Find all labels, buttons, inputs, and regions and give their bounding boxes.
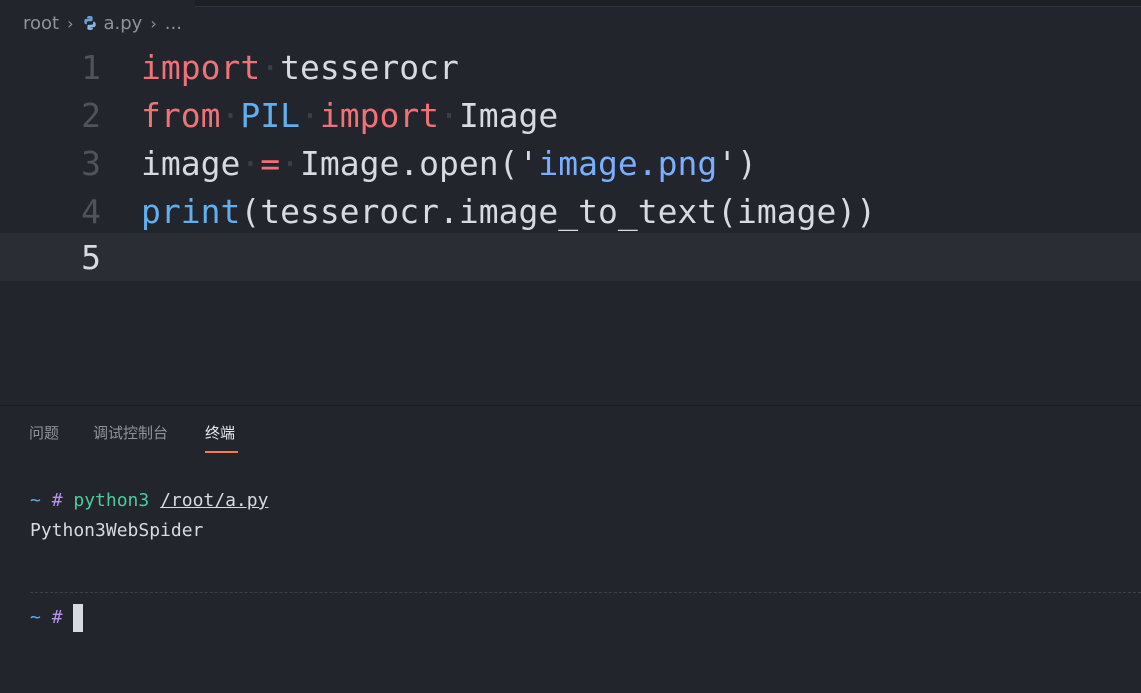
code-text: import·tesserocr [141,48,459,87]
terminal-output: Python3WebSpider [30,520,204,541]
terminal-prompt-line: ~ # [30,604,83,632]
whitespace-marker: · [220,95,241,135]
prompt-hash: # [51,607,63,628]
tab-terminal[interactable]: 终端 [205,422,235,443]
whitespace-marker: · [240,143,261,183]
breadcrumb-file[interactable]: a.py [82,12,143,34]
code-line[interactable]: 1 import·tesserocr [0,43,1141,91]
chevron-right-icon: › [150,13,157,33]
code-token: print [141,191,241,231]
terminal[interactable]: ~ # python3 /root/a.py Python3WebSpider … [0,480,1141,693]
code-text: print(tesserocr.image_to_text(image)) [141,192,876,231]
code-token: PIL [240,95,300,135]
code-token: from [141,95,221,135]
breadcrumb: root › a.py › ... [23,9,182,37]
prompt-tilde: ~ [30,490,41,511]
code-line[interactable]: 5 [0,233,1141,281]
line-number: 3 [81,143,101,183]
code-token: Image.open( [299,143,519,183]
code-token: ) [737,143,757,183]
panel-tabs: 问题 调试控制台 终端 [0,406,1141,456]
code-text: from·PIL·import·Image [141,96,558,135]
whitespace-marker: · [439,95,459,135]
breadcrumb-file-label: a.py [103,12,143,34]
line-number: 4 [81,191,101,231]
prompt-tilde: ~ [30,607,41,628]
code-token: ' [518,143,539,183]
code-token: = [260,143,281,183]
code-token: (tesserocr.image_to_text(image)) [240,191,877,231]
code-line[interactable]: 2 from·PIL·import·Image [0,91,1141,139]
code-token: Image [458,95,559,135]
terminal-cursor[interactable] [72,604,83,632]
code-token: image.png [538,143,718,183]
code-token: tesserocr [280,47,459,87]
breadcrumb-root[interactable]: root [23,13,59,34]
active-tab-indicator [205,451,238,453]
editor-tab-strip [195,0,1141,7]
terminal-command-path[interactable]: /root/a.py [160,490,268,511]
code-line[interactable]: 3 image·=·Image.open('image.png') [0,139,1141,187]
code-text: image·=·Image.open('image.png') [141,144,757,183]
prompt-hash: # [51,490,63,511]
code-token: import [319,95,440,135]
whitespace-marker: · [280,143,300,183]
python-file-icon [83,16,96,30]
code-token: import [141,47,261,87]
terminal-separator [30,592,1141,593]
whitespace-marker: · [299,95,320,135]
tab-problems[interactable]: 问题 [29,422,59,443]
whitespace-marker: · [260,47,281,87]
code-token: ' [717,143,738,183]
line-number: 1 [81,47,101,87]
code-token: image [141,143,241,183]
breadcrumb-more[interactable]: ... [165,13,182,34]
terminal-command-line: ~ # python3 /root/a.py [30,490,268,511]
chevron-right-icon: › [67,13,74,33]
line-number: 2 [81,95,101,135]
terminal-command: python3 [73,490,150,511]
code-line[interactable]: 4 print(tesserocr.image_to_text(image)) [0,187,1141,235]
line-number: 5 [81,237,101,277]
code-editor[interactable]: 1 import·tesserocr 2 from·PIL·import·Image 3… [0,41,1141,405]
tab-debug-console[interactable]: 调试控制台 [93,422,168,443]
